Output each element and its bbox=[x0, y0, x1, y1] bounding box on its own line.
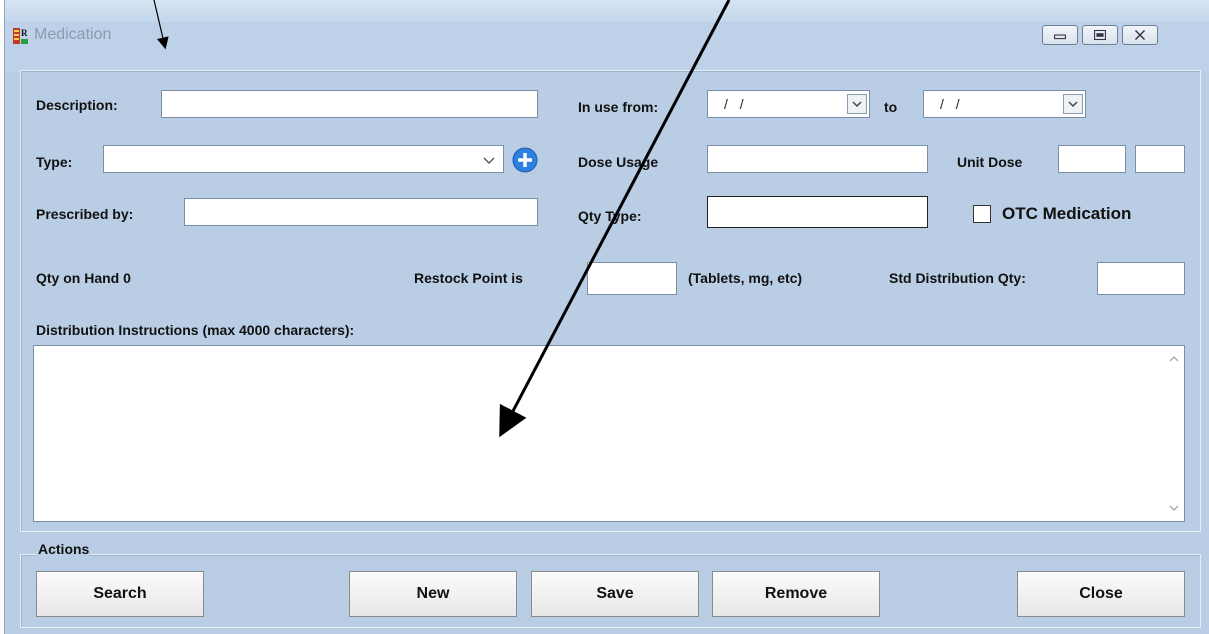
std-distribution-input[interactable] bbox=[1098, 263, 1184, 294]
otc-medication-label[interactable]: OTC Medication bbox=[1002, 204, 1131, 224]
in-use-from-date-picker[interactable]: / / bbox=[707, 90, 870, 118]
chevron-down-icon bbox=[852, 101, 862, 108]
in-use-to-dropdown-button[interactable] bbox=[1063, 94, 1083, 114]
medication-app-icon: R bbox=[13, 28, 28, 44]
instructions-textarea[interactable] bbox=[34, 346, 1164, 521]
prescribed-by-field[interactable] bbox=[184, 198, 538, 226]
scroll-down-icon[interactable] bbox=[1167, 501, 1181, 515]
instructions-label: Distribution Instructions (max 4000 char… bbox=[36, 322, 355, 338]
close-button[interactable]: Close bbox=[1017, 571, 1185, 617]
restock-point-input[interactable] bbox=[588, 263, 676, 294]
chevron-down-icon[interactable] bbox=[481, 152, 497, 168]
in-use-from-label: In use from: bbox=[578, 99, 659, 115]
type-select[interactable] bbox=[103, 145, 504, 173]
maximize-icon bbox=[1094, 29, 1106, 41]
close-icon bbox=[1134, 29, 1146, 41]
svg-text:R: R bbox=[21, 28, 28, 38]
dose-usage-label: Dose Usage bbox=[578, 154, 659, 170]
title-bar-top-strip bbox=[5, 0, 1209, 22]
window-title: Medication bbox=[34, 26, 112, 43]
save-button[interactable]: Save bbox=[531, 571, 699, 617]
chevron-down-icon bbox=[1068, 101, 1078, 108]
search-button[interactable]: Search bbox=[36, 571, 204, 617]
std-distribution-field[interactable] bbox=[1097, 262, 1185, 295]
qty-type-label: Qty Type: bbox=[578, 208, 642, 224]
type-label: Type: bbox=[36, 154, 73, 170]
in-use-to-value: / / bbox=[940, 96, 964, 112]
qty-type-input[interactable] bbox=[708, 197, 927, 227]
add-circle-icon[interactable] bbox=[511, 146, 539, 174]
in-use-to-date-picker[interactable]: / / bbox=[923, 90, 1086, 118]
close-window-button[interactable] bbox=[1122, 25, 1158, 45]
minimize-button[interactable] bbox=[1042, 25, 1078, 45]
restock-units-label: (Tablets, mg, etc) bbox=[688, 270, 803, 286]
in-use-from-dropdown-button[interactable] bbox=[847, 94, 867, 114]
actions-group-label: Actions bbox=[36, 541, 92, 557]
minimize-icon bbox=[1054, 34, 1066, 40]
unit-dose-input-2[interactable] bbox=[1136, 146, 1184, 172]
new-button[interactable]: New bbox=[349, 571, 517, 617]
description-input[interactable] bbox=[162, 91, 537, 117]
description-label: Description: bbox=[36, 97, 118, 113]
description-field[interactable] bbox=[161, 90, 538, 118]
qty-on-hand-label: Qty on Hand 0 bbox=[36, 270, 131, 286]
otc-medication-checkbox[interactable] bbox=[973, 205, 991, 223]
in-use-from-value: / / bbox=[724, 96, 748, 112]
to-label: to bbox=[884, 99, 898, 115]
unit-dose-label: Unit Dose bbox=[957, 154, 1023, 170]
dose-usage-field[interactable] bbox=[707, 145, 928, 173]
scroll-up-icon[interactable] bbox=[1167, 352, 1181, 366]
title-bar[interactable]: R Medication bbox=[5, 0, 1209, 72]
maximize-button[interactable] bbox=[1082, 25, 1118, 45]
remove-button[interactable]: Remove bbox=[712, 571, 880, 617]
prescribed-by-input[interactable] bbox=[185, 199, 537, 225]
unit-dose-input-1[interactable] bbox=[1059, 146, 1125, 172]
dose-usage-input[interactable] bbox=[708, 146, 927, 172]
instructions-textarea-container[interactable] bbox=[33, 345, 1185, 522]
unit-dose-field-1[interactable] bbox=[1058, 145, 1126, 173]
prescribed-by-label: Prescribed by: bbox=[36, 206, 134, 222]
std-distribution-label: Std Distribution Qty: bbox=[889, 270, 1026, 286]
instructions-scrollbar[interactable] bbox=[1164, 346, 1184, 521]
restock-point-label: Restock Point is bbox=[414, 270, 523, 286]
restock-point-field[interactable] bbox=[587, 262, 677, 295]
qty-type-field[interactable] bbox=[707, 196, 928, 228]
unit-dose-field-2[interactable] bbox=[1135, 145, 1185, 173]
